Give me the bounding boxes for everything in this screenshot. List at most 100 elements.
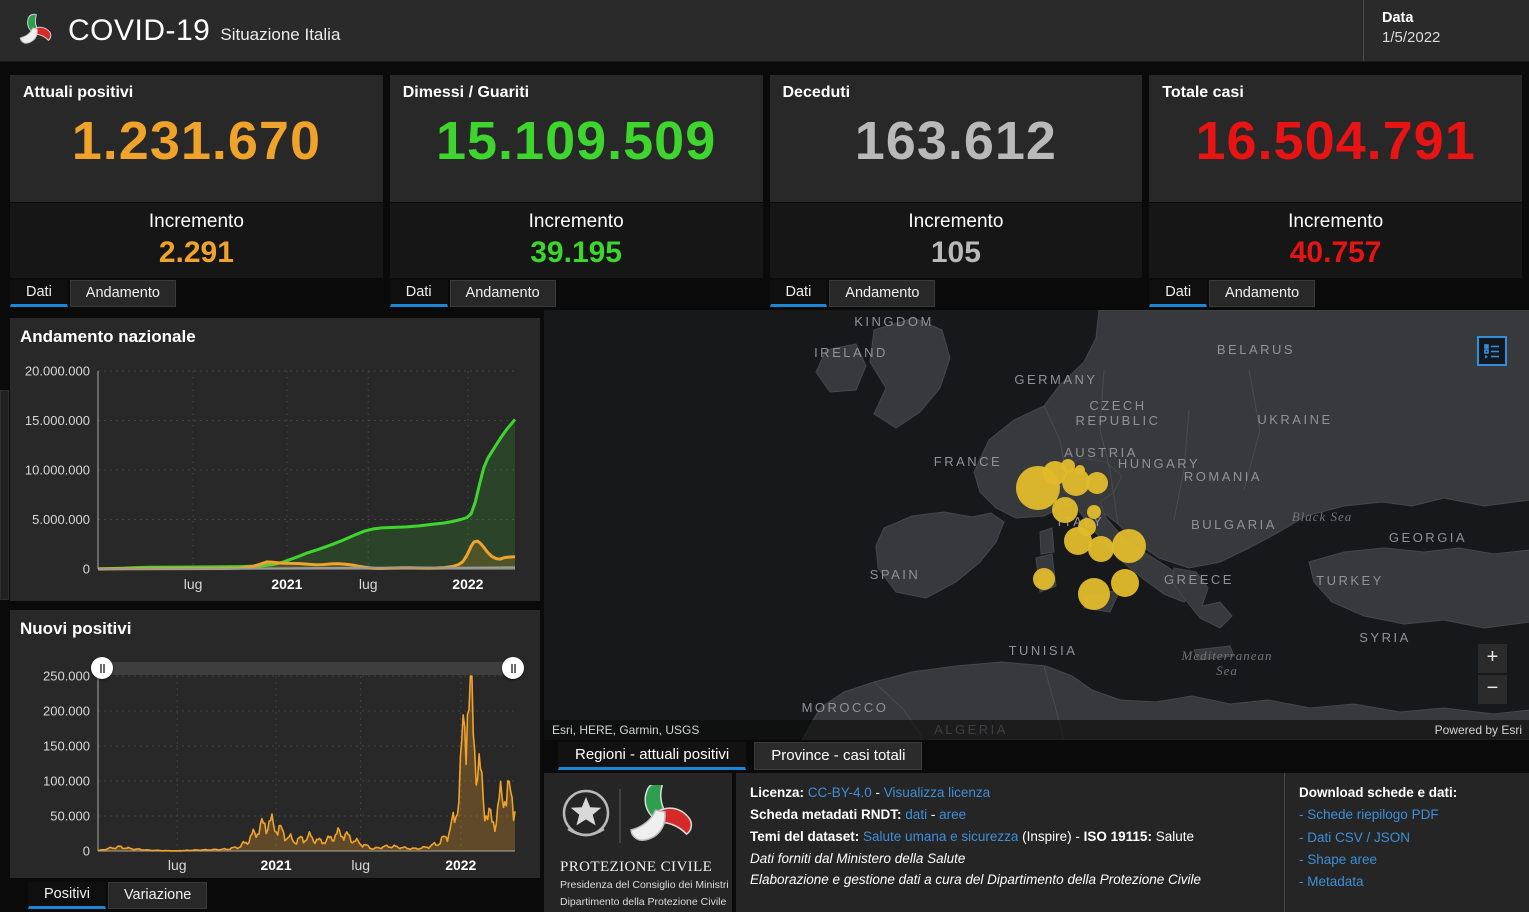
card-increment: Incremento 105: [769, 203, 1143, 278]
presidenza-line: Presidenza del Consiglio dei Ministri: [560, 879, 729, 891]
card-1-tab-dati[interactable]: Dati: [389, 280, 448, 307]
region-bubble[interactable]: [1033, 568, 1055, 590]
protezione-civile-full-logo: [562, 782, 693, 843]
card-tabs: Dati Andamento: [1149, 280, 1522, 307]
map-canvas: KINGDOMIRELANDGERMANYCZECH REPUBLICBELARU…: [801, 310, 1529, 740]
increment-value: 105: [930, 236, 981, 269]
card-2-tab-dati[interactable]: Dati: [769, 280, 828, 307]
region-bubble[interactable]: [1062, 468, 1090, 496]
card-tabs: Dati Andamento: [769, 280, 1143, 307]
time-range-slider-handle-left[interactable]: [91, 657, 113, 679]
svg-text:0: 0: [83, 844, 90, 859]
card-title: Attuali positivi: [23, 84, 134, 101]
card-value: 1.231.670: [71, 111, 321, 171]
license-line-3: Temi del dataset: Salute umana e sicurez…: [750, 828, 1194, 844]
increment-label: Incremento: [528, 211, 624, 232]
license-link[interactable]: Salute umana e sicurezza: [863, 829, 1018, 844]
svg-text:200.000: 200.000: [43, 704, 90, 719]
map-zoom-controls: + −: [1478, 642, 1507, 704]
card-3-tab-andamento[interactable]: Andamento: [1209, 280, 1316, 307]
license-link[interactable]: Visualizza licenza: [884, 785, 990, 800]
card-2-tab-andamento[interactable]: Andamento: [829, 280, 936, 307]
download-link-shape-aree[interactable]: - Shape aree: [1299, 852, 1377, 867]
country-label-kingdom: KINGDOM: [854, 314, 934, 329]
slider-grip-icon: [99, 663, 105, 673]
card-title: Dimessi / Guariti: [402, 84, 530, 101]
country-label-romania: ROMANIA: [1184, 469, 1262, 484]
country-label-tunisia: TUNISIA: [1009, 643, 1078, 658]
card-0-tab-andamento[interactable]: Andamento: [69, 280, 176, 307]
svg-text:lug: lug: [359, 576, 378, 592]
download-link-schede-riepilogo-pdf[interactable]: - Schede riepilogo PDF: [1299, 807, 1439, 822]
license-link[interactable]: dati: [905, 807, 927, 822]
tab-positivi[interactable]: Positivi: [28, 882, 106, 909]
svg-text:20.000.000: 20.000.000: [25, 364, 90, 379]
country-label-turkey: TURKEY: [1316, 573, 1384, 588]
region-bubble[interactable]: [1112, 529, 1146, 563]
region-bubble[interactable]: [1087, 505, 1101, 519]
map-data-tabs: Regioni - attuali positivi Province - cas…: [558, 742, 1529, 770]
region-bubble[interactable]: [1078, 578, 1110, 610]
svg-text:150.000: 150.000: [43, 739, 90, 754]
download-link-dati-csv-json[interactable]: - Dati CSV / JSON: [1299, 830, 1410, 845]
tab-variazione[interactable]: Variazione: [107, 882, 208, 909]
card-value: 163.612: [854, 111, 1057, 171]
region-bubble[interactable]: [1086, 472, 1108, 494]
card-value: 16.504.791: [1195, 111, 1476, 171]
card-0-tab-dati[interactable]: Dati: [10, 280, 68, 307]
covid-dashboard-page: COVID-19 Situazione Italia Data 1/5/2022…: [0, 0, 1529, 912]
license-link[interactable]: CC-BY-4.0: [808, 785, 872, 800]
protezione-civile-credit-box: PROTEZIONE CIVILE Presidenza del Consigl…: [544, 773, 732, 912]
time-range-slider-handle-right[interactable]: [502, 657, 524, 679]
card-top: Totale casi 16.504.791: [1149, 75, 1522, 202]
downloads-title: Download schede e dati:: [1299, 785, 1458, 800]
zoom-out-button[interactable]: −: [1478, 675, 1507, 704]
date-value: 1/5/2022: [1382, 29, 1441, 46]
svg-text:2022: 2022: [445, 857, 476, 873]
series-area-nuovi-positivi-giornalieri: [98, 676, 515, 851]
protezione-civile-title: PROTEZIONE CIVILE: [560, 859, 713, 875]
svg-text:lug: lug: [351, 857, 370, 873]
country-label-bulgaria: BULGARIA: [1191, 517, 1277, 532]
card-1-tab-andamento[interactable]: Andamento: [449, 280, 556, 307]
country-label-ireland: IRELAND: [814, 345, 888, 360]
time-range-slider-track[interactable]: [96, 662, 520, 675]
license-line-2: Scheda metadati RNDT: dati - aree: [750, 806, 967, 822]
region-bubble[interactable]: [1111, 569, 1139, 597]
increment-value: 2.291: [158, 236, 234, 269]
collapsed-side-panel-stub[interactable]: [0, 390, 9, 600]
increment-value: 40.757: [1289, 236, 1382, 269]
andamento-nazionale-chart: 0 5.000.000 10.000.000 15.000.000 20.000.000…: [25, 364, 517, 592]
map-tab-regioni-attuali-positivi[interactable]: Regioni - attuali positivi: [558, 742, 747, 770]
page-title: COVID-19: [68, 13, 211, 47]
svg-text:10.000.000: 10.000.000: [25, 463, 90, 478]
legend-button[interactable]: [1477, 336, 1507, 366]
dipartimento-line: Dipartimento della Protezione Civile: [560, 895, 727, 908]
sea-label-mediterranean-sea: Mediterranean Sea: [1181, 648, 1273, 678]
footer-info-row: PROTEZIONE CIVILE Presidenza del Consigl…: [544, 773, 1529, 912]
map-tab-province-casi-totali[interactable]: Province - casi totali: [754, 742, 923, 770]
svg-text:2022: 2022: [452, 576, 483, 592]
zoom-in-button[interactable]: +: [1478, 644, 1507, 673]
region-bubble[interactable]: [1052, 497, 1078, 523]
region-bubble[interactable]: [1064, 527, 1092, 555]
country-label-germany: GERMANY: [1014, 372, 1097, 387]
downloads-box: Download schede e dati: - Schede riepilo…: [1284, 773, 1529, 912]
card-title: Deceduti: [782, 84, 851, 101]
svg-text:100.000: 100.000: [43, 774, 90, 789]
increment-value: 39.195: [530, 236, 622, 269]
map-attribution-sources: Esri, HERE, Garmin, USGS: [552, 723, 700, 737]
europe-map[interactable]: KINGDOM IRELAND GERMANY CZECH REPUBLIC BELARU…: [544, 310, 1529, 740]
nuovi-positivi-panel: Nuovi positivi 0 50.000 100.000 150.000 200.…: [10, 610, 540, 878]
main-area: Andamento nazionale 0 5.000.000 10.000.000…: [10, 310, 1529, 912]
download-link-metadata[interactable]: - Metadata: [1299, 874, 1364, 889]
sea-label-black sea: Black Sea: [1292, 509, 1353, 524]
svg-text:2021: 2021: [260, 857, 291, 873]
svg-text:15.000.000: 15.000.000: [25, 413, 90, 428]
card-3-tab-dati[interactable]: Dati: [1149, 280, 1208, 307]
license-link[interactable]: aree: [939, 807, 966, 822]
license-line-4: Dati forniti dal Ministero della Salute: [750, 850, 966, 866]
date-label: Data: [1382, 10, 1414, 26]
region-bubble[interactable]: [1088, 536, 1114, 562]
country-label-spain: SPAIN: [870, 567, 921, 582]
